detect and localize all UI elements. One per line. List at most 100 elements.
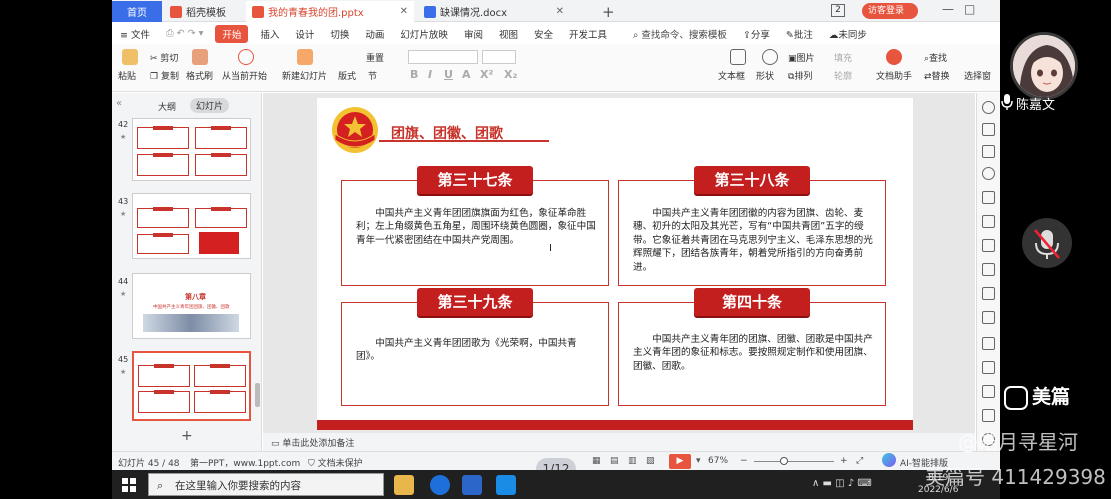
system-tray-icons[interactable]: ∧ ▬ ◫ ♪ ⌨ <box>812 478 872 489</box>
panel-scrollbar[interactable] <box>255 383 260 407</box>
menu-file[interactable]: ≡ 文件 <box>112 27 158 41</box>
arrange-button[interactable]: ⧉排列 <box>788 69 812 82</box>
outline-button[interactable]: 轮廓 <box>834 69 852 82</box>
find-button[interactable]: ⌕查找 <box>924 51 947 64</box>
menu-animation[interactable]: 动画 <box>357 27 392 41</box>
font-size-input[interactable] <box>482 50 516 64</box>
tab-pptx[interactable]: 我的青春我的团.pptx ✕ <box>246 1 414 22</box>
new-slide-button[interactable]: 新建幻灯片 <box>282 69 327 82</box>
menu-review[interactable]: 审阅 <box>456 27 491 41</box>
section-button[interactable]: 节 <box>368 69 377 82</box>
shape-button[interactable]: 形状 <box>756 69 774 82</box>
view-reading-icon[interactable]: ▥ <box>628 456 637 466</box>
minimize-button[interactable]: — <box>942 2 954 16</box>
window-count-badge[interactable]: 2 <box>831 4 845 17</box>
zoom-slider[interactable] <box>754 461 834 462</box>
fill-icon[interactable] <box>982 191 995 204</box>
tab-home[interactable]: 首页 <box>112 1 162 22</box>
font-name-input[interactable] <box>408 50 478 64</box>
menu-developer[interactable]: 开发工具 <box>561 27 615 41</box>
tab-daoke[interactable]: 稻壳模板 <box>164 1 242 22</box>
sync-button[interactable]: ☁未同步 <box>821 27 875 41</box>
table-icon[interactable] <box>982 385 995 398</box>
from-current-button[interactable]: 从当前开始 <box>222 69 267 82</box>
reset-button[interactable]: 重置 <box>366 51 384 64</box>
article-37-box[interactable]: 中国共产主义青年团团旗旗面为红色，象征革命胜利；左上角缀黄色五角星，周围环绕黄色… <box>341 180 609 286</box>
fit-window-icon[interactable]: ⤢ <box>856 456 863 466</box>
toggle-panel-icon[interactable] <box>982 101 995 114</box>
select-pane-button[interactable]: 选择窗 <box>964 69 991 82</box>
tab-docx[interactable]: 缺课情况.docx ✕ <box>418 1 570 22</box>
outline-tab[interactable]: 大纲 <box>158 100 176 113</box>
paste-button[interactable]: 粘贴 <box>118 69 136 82</box>
zoom-knob[interactable] <box>780 457 788 465</box>
file-explorer-icon[interactable] <box>394 475 414 495</box>
export-icon[interactable] <box>982 337 995 350</box>
tools-icon[interactable] <box>982 311 995 324</box>
slide[interactable]: 团旗、团徽、团歌 中国共产主义青年团团旗旗面为红色，象征革命胜利；左上角缀黄色五… <box>317 98 913 430</box>
play-dropdown-icon[interactable]: ▾ <box>696 456 701 466</box>
menu-security[interactable]: 安全 <box>526 27 561 41</box>
comment-button[interactable]: ✎批注 <box>778 27 821 41</box>
zoom-out-icon[interactable]: − <box>740 456 748 466</box>
slide-thumb-42[interactable] <box>132 118 251 181</box>
menu-quick-tools[interactable]: ⎙ ↶ ↷ ▾ <box>158 28 211 39</box>
superscript-icon[interactable]: X² <box>480 68 493 81</box>
close-icon[interactable]: ✕ <box>556 6 564 17</box>
add-slide-button[interactable]: + <box>181 428 193 444</box>
wps-writer-icon[interactable] <box>462 475 482 495</box>
view-normal-icon[interactable]: ▦ <box>592 456 601 466</box>
zoom-in-icon[interactable]: + <box>840 456 848 466</box>
article-38-box[interactable]: 中国共产主义青年团团徽的内容为团旗、齿轮、麦穗、初升的太阳及其光芒，写有“中国共… <box>618 180 886 286</box>
sogou-icon[interactable] <box>430 475 450 495</box>
visitor-login-button[interactable]: 访客登录 <box>862 3 918 19</box>
picture-button[interactable]: ▣图片 <box>788 51 815 64</box>
copy-button[interactable]: ❐ 复制 <box>150 69 179 82</box>
doc-protect-status[interactable]: ⛉ 文档未保护 <box>308 456 363 469</box>
windows-start-icon[interactable] <box>122 478 136 492</box>
maximize-button[interactable]: □ <box>964 2 975 16</box>
menu-start[interactable]: 开始 <box>215 24 249 43</box>
view-sorter-icon[interactable]: ▤ <box>610 456 619 466</box>
slide-thumb-43[interactable] <box>132 193 251 259</box>
image-icon[interactable] <box>982 287 995 300</box>
article-40-box[interactable]: 中国共产主义青年团的团旗、团徽、团歌是中国共产主义青年团的象征和标志。要按照规定… <box>618 302 886 406</box>
chart-icon[interactable] <box>982 239 995 252</box>
subscript-icon[interactable]: X₂ <box>504 68 517 81</box>
format-painter-button[interactable]: 格式刷 <box>186 69 213 82</box>
notes-bar[interactable]: ▭ 单击此处添加备注 <box>263 433 975 451</box>
mute-button[interactable] <box>1022 218 1072 268</box>
pin-icon[interactable] <box>982 123 995 136</box>
cut-button[interactable]: ✂ 剪切 <box>150 51 178 64</box>
textbox-button[interactable]: 文本框 <box>718 69 745 82</box>
sliders-icon[interactable] <box>982 263 995 276</box>
menu-design[interactable]: 设计 <box>287 27 322 41</box>
audio-icon[interactable] <box>982 409 995 422</box>
close-icon[interactable]: ✕ <box>400 6 408 17</box>
menu-insert[interactable]: 插入 <box>252 27 287 41</box>
command-search[interactable]: ⌕ 查找命令、搜索模板 <box>625 27 735 41</box>
collapse-panel-button[interactable]: « <box>116 98 122 109</box>
meeting-app-icon[interactable] <box>496 475 516 495</box>
zoom-level[interactable]: 67% <box>708 456 728 466</box>
menu-transition[interactable]: 切换 <box>322 27 357 41</box>
slideshow-play-button[interactable]: ▶ <box>669 454 691 469</box>
underline-icon[interactable]: U <box>444 68 453 81</box>
replace-button[interactable]: ⇄替换 <box>924 69 950 82</box>
view-outline-icon[interactable]: ▧ <box>646 456 655 466</box>
grid-icon[interactable] <box>982 215 995 228</box>
shapes-icon[interactable] <box>982 167 995 180</box>
new-tab-button[interactable]: + <box>596 1 621 22</box>
share-button[interactable]: ⇪分享 <box>735 27 778 41</box>
article-39-box[interactable]: 中国共产主义青年团团歌为《光荣啊，中国共青团》。 <box>341 302 609 406</box>
fill-button[interactable]: 填充 <box>834 51 852 64</box>
layers-icon[interactable] <box>982 145 995 158</box>
bold-icon[interactable]: B <box>410 68 418 81</box>
layout-button[interactable]: 版式 <box>338 69 356 82</box>
menu-slideshow[interactable]: 幻灯片放映 <box>392 27 456 41</box>
slide-thumb-44[interactable]: 第八章 中国共产主义青年团团旗、团徽、团歌 <box>132 273 251 339</box>
slide-thumb-45[interactable] <box>132 351 251 421</box>
doc-assistant-button[interactable]: 文档助手 <box>876 69 912 82</box>
font-color-icon[interactable]: A <box>462 68 471 81</box>
share-panel-icon[interactable] <box>982 361 995 374</box>
